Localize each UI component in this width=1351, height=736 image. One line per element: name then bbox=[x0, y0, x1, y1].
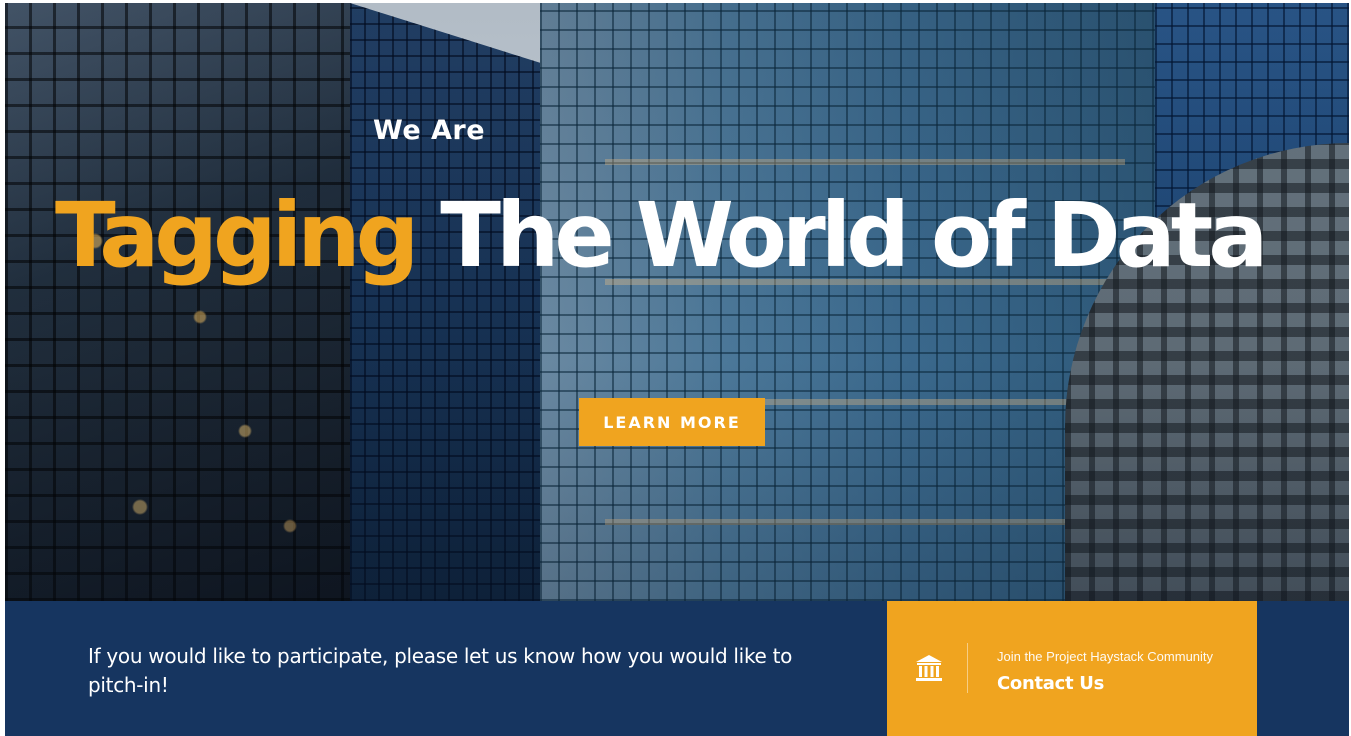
participate-band: If you would like to participate, please… bbox=[5, 601, 1349, 736]
hero-kicker: We Are bbox=[373, 115, 486, 146]
page: We Are Tagging The World of Data LEARN M… bbox=[5, 3, 1349, 736]
participate-message: If you would like to participate, please… bbox=[88, 644, 793, 697]
hero-overlay bbox=[5, 3, 1349, 601]
headline-accent-word: Tagging bbox=[55, 183, 419, 287]
contact-us-card[interactable]: Join the Project Haystack Community Cont… bbox=[887, 601, 1257, 736]
hero-banner: We Are Tagging The World of Data LEARN M… bbox=[5, 3, 1349, 601]
contact-us-link[interactable]: Contact Us bbox=[997, 673, 1104, 694]
contact-subtitle: Join the Project Haystack Community bbox=[997, 649, 1214, 664]
bank-building-icon bbox=[914, 653, 944, 683]
learn-more-button[interactable]: LEARN MORE bbox=[579, 398, 765, 446]
headline-rest: The World of Data bbox=[440, 183, 1268, 287]
hero-headline: Tagging The World of Data bbox=[55, 191, 1268, 280]
cta-divider bbox=[967, 643, 968, 693]
